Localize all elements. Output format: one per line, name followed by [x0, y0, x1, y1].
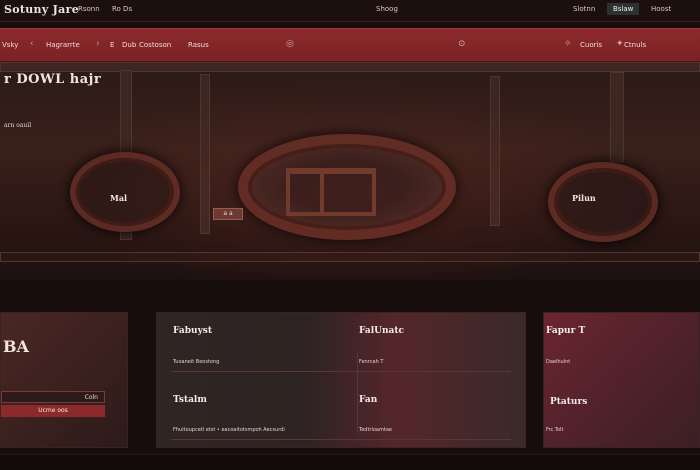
divider — [171, 371, 511, 372]
middle-panel: Fabuyst Tuoaneit Beostong FalUnatc Fenrc… — [156, 312, 526, 448]
hero-chip-label: a a — [223, 210, 233, 217]
hero-label-pilun: Pilun — [572, 193, 596, 203]
tab-ro-ds[interactable]: Ro Ds — [112, 5, 132, 13]
section-line-2: Fenrcah T — [359, 359, 384, 365]
primary-button-label: Ucme oos — [38, 407, 68, 414]
section-line-4: Tedtrioamtae — [359, 427, 392, 433]
tab-hoost[interactable]: Hoost — [651, 5, 671, 13]
nav-item-rasus[interactable]: Rasus — [188, 41, 209, 49]
nav-item-dub[interactable]: Dub — [122, 41, 136, 49]
top-bar: Sotuny Jare Rsonn Ro Ds Shoog Slotnn Bsl… — [0, 0, 700, 22]
left-panel-title: BA — [3, 337, 29, 356]
tools-icon[interactable]: ✧ — [564, 39, 572, 49]
right-panel-line-1: Daelhulnt — [546, 359, 571, 365]
section-title-3[interactable]: Tstalm — [173, 395, 207, 405]
hero-glow — [0, 62, 700, 280]
hero-subtext: arn oauil — [4, 122, 32, 129]
section-line-1: Tuoaneit Beostong — [173, 359, 220, 365]
main-nav: Vsky ‹ Hagrarrte › E Dub Costoson Rasus … — [0, 28, 700, 62]
right-panel-title[interactable]: Fapur T — [546, 326, 585, 336]
divider — [171, 439, 511, 440]
section-title-2[interactable]: FalUnatc — [359, 326, 404, 336]
bolt-icon[interactable]: ✦ — [616, 39, 624, 49]
value-field-text: Coln — [84, 394, 98, 401]
chevron-left-icon[interactable]: ‹ — [30, 39, 34, 49]
hero-label-mal: Mal — [110, 193, 128, 203]
nav-item-cuoris[interactable]: Cuoris — [580, 41, 602, 49]
hero-banner: r DOWL hajr arn oauil Mal Pilun a a — [0, 62, 700, 280]
section-title-4[interactable]: Fan — [359, 395, 377, 405]
right-panel-line-2: Frc.Tolt — [546, 427, 564, 433]
hero-heading: r DOWL hajr — [4, 72, 102, 87]
tab-rsonn[interactable]: Rsonn — [78, 5, 100, 13]
nav-item-e[interactable]: E — [110, 41, 114, 49]
bottom-strip — [0, 454, 700, 470]
primary-button[interactable]: Ucme oos — [1, 405, 105, 417]
circle-icon[interactable]: ◎ — [286, 39, 294, 49]
divider — [357, 353, 358, 433]
settings-icon[interactable]: ⊙ — [458, 39, 466, 49]
chevron-right-icon[interactable]: › — [96, 39, 100, 49]
tab-bslaw-active[interactable]: Bslaw — [607, 3, 640, 15]
right-panel: Fapur T Daelhulnt Ptaturs Frc.Tolt — [543, 312, 700, 448]
tab-slotnn[interactable]: Slotnn — [573, 5, 595, 13]
section-title-1[interactable]: Fabuyst — [173, 326, 212, 336]
value-field[interactable]: Coln — [1, 391, 105, 403]
nav-item-vsky[interactable]: Vsky — [2, 41, 18, 49]
tab-shoog[interactable]: Shoog — [376, 5, 398, 13]
nav-item-ctnuls[interactable]: Ctnuls — [624, 41, 646, 49]
nav-item-costoson[interactable]: Costoson — [139, 41, 171, 49]
app-logo[interactable]: Sotuny Jare — [4, 3, 79, 16]
right-panel-title-2[interactable]: Ptaturs — [550, 397, 587, 407]
left-panel: BA Coln Ucme oos — [0, 312, 128, 448]
nav-item-hagrarrte[interactable]: Hagrarrte — [46, 41, 80, 49]
section-line-3: Fhuitoupcetl etst • eacoaitotsmpoh Aecsu… — [173, 427, 285, 433]
hero-chip[interactable]: a a — [213, 208, 243, 220]
